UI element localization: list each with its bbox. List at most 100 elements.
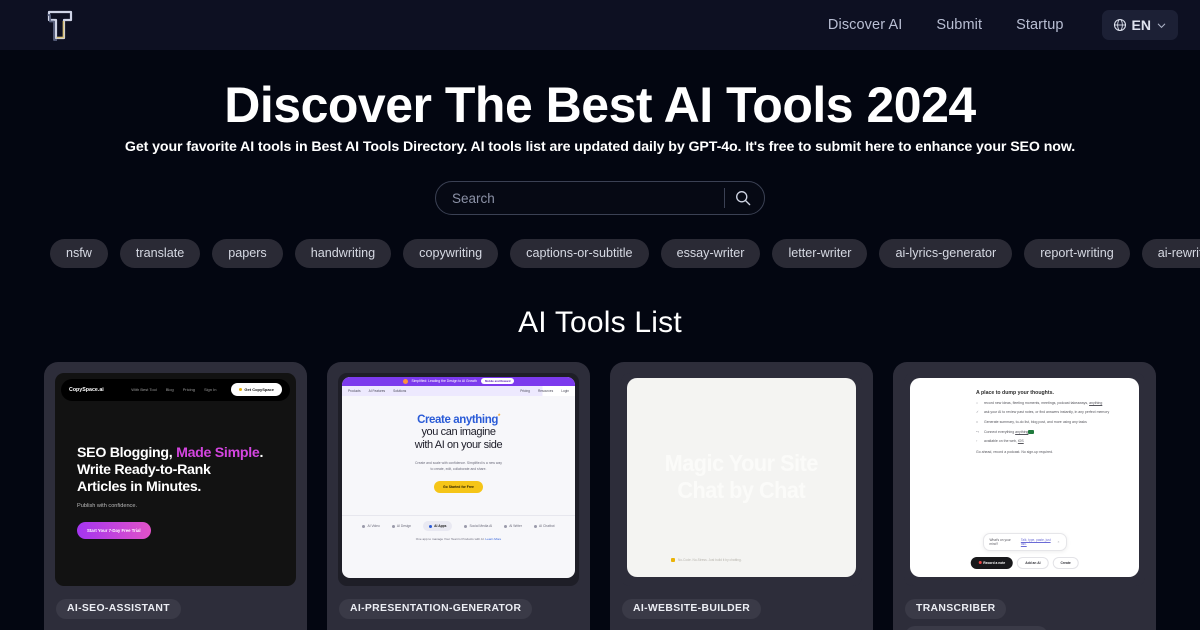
promo-text: Simplified: Leading the Design to AI Gro… (411, 379, 477, 384)
tool-card-grid: CopySpace.ai With Best Tool Blog Pricing… (0, 340, 1200, 630)
tag-pill[interactable]: report-writing (1024, 239, 1130, 268)
preview-footer-link: Learn More (485, 537, 502, 542)
tag-pill[interactable]: captions-or-subtitle (510, 239, 649, 268)
tag-pill[interactable]: letter-writer (772, 239, 868, 268)
preview-doc-link: anything (1089, 400, 1103, 405)
card-tag-list: TRANSCRIBER AI-VOICE-ASSISTANTS (904, 586, 1145, 630)
preview-frame: A place to dump your thoughts. ○ record … (910, 377, 1139, 577)
tool-card[interactable]: Magic Your Site Chat by Chat No-Code. No… (610, 361, 873, 630)
preview-navbar: Products AI Features Solutions Pricing R… (342, 385, 575, 396)
preview-nav-link: AI Features (368, 388, 386, 393)
preview-doc-tail: Go ahead, record a podcast. No sign-up r… (976, 450, 1054, 455)
tab-dot-icon (533, 524, 537, 528)
tag-pill[interactable]: ai-rewriter (1141, 239, 1200, 268)
tag-pill[interactable]: essay-writer (660, 239, 761, 268)
tag-filter-strip[interactable]: nsfw translate papers handwriting copywr… (0, 215, 1200, 268)
preview-navbar: CopySpace.ai With Best Tool Blog Pricing… (61, 378, 290, 401)
nav-link-discover-ai[interactable]: Discover AI (828, 17, 902, 33)
search-icon (736, 191, 751, 206)
tag-pill[interactable]: papers (212, 239, 283, 268)
tab-dot-icon (391, 524, 395, 528)
preview-note: No-Code. No-Stress. Just build it by cha… (671, 557, 742, 562)
language-selector[interactable]: EN (1101, 10, 1178, 40)
preview-doc-link: iOS (1017, 439, 1024, 444)
preview-action-button: Go Started for Free (434, 481, 483, 494)
preview-doc-text: record new ideas, fleeting moments, meet… (984, 400, 1103, 405)
tag-pill[interactable]: handwriting (294, 239, 392, 268)
card-tag[interactable]: AI-VOICE-ASSISTANTS (905, 626, 1049, 630)
preview-tab: AI Chatbot (533, 524, 555, 528)
search-input[interactable] (452, 190, 720, 206)
card-tag[interactable]: AI-PRESENTATION-GENERATOR (339, 598, 533, 619)
tool-preview-image: CopySpace.ai With Best Tool Blog Pricing… (55, 372, 296, 586)
logo[interactable] (0, 7, 120, 43)
search-button[interactable] (734, 189, 760, 207)
preview-nav-links: With Best Tool Blog Pricing Sign In (131, 387, 216, 392)
preview-headline-part: Articles in Minutes. (77, 478, 202, 495)
preview-doc-line: ↪ Connect everything anything (976, 429, 1139, 435)
preview-doc-line: ✓ ask your AI to review past notes, or f… (976, 410, 1139, 415)
preview-actions: Record a note Add an AI Create (970, 556, 1079, 569)
preview-doc-line: ○ record new ideas, fleeting moments, me… (976, 401, 1139, 406)
list-bullet-icon: ✓ (976, 410, 979, 415)
tag-pill[interactable]: ai-lyrics-generator (879, 239, 1013, 268)
preview-document: A place to dump your thoughts. ○ record … (910, 378, 1139, 455)
preview-subtext: Create and scale with confidence. Simpli… (342, 461, 575, 473)
preview-headline-part: SEO Blogging, (77, 444, 177, 461)
preview-headline-period: . (259, 444, 264, 461)
preview-nav-link: Pricing (520, 388, 530, 393)
asterisk-icon: * (497, 413, 500, 420)
hero-subtitle: Get your favorite AI tools in Best AI To… (124, 139, 1076, 155)
preview-headline-part: with AI on your side (414, 439, 503, 452)
card-tag[interactable]: AI-SEO-ASSISTANT (56, 598, 181, 619)
preview-create-button: Create (1052, 556, 1079, 569)
preview-headline-part: you can imagine (421, 425, 496, 438)
tool-preview-image: Magic Your Site Chat by Chat No-Code. No… (621, 372, 862, 586)
globe-icon (1113, 18, 1126, 32)
promo-badge-icon (402, 378, 408, 384)
preview-doc-line: □ Generate summary, to-do list, blog pos… (976, 420, 1139, 425)
composer-placeholder: What's on your mind? (989, 537, 1011, 546)
star-icon (671, 557, 675, 562)
card-tag-list: AI-WEBSITE-BUILDER (621, 586, 862, 619)
preview-body: SEO Blogging, Made Simple. Write Ready-t… (55, 401, 296, 540)
preview-subtext-line: to create, edit, collaborate and share. (430, 466, 487, 471)
spark-icon (239, 388, 243, 392)
search-box[interactable] (435, 181, 765, 215)
card-tag[interactable]: TRANSCRIBER (905, 598, 1007, 619)
tool-card[interactable]: CopySpace.ai With Best Tool Blog Pricing… (44, 361, 307, 630)
tool-card[interactable]: Simplified: Leading the Design to AI Gro… (327, 361, 590, 630)
preview-doc-highlight (1028, 429, 1035, 434)
preview-brand: CopySpace.ai (69, 386, 104, 393)
preview-footer: One app to manage Your Team's Products w… (342, 537, 575, 541)
language-label: EN (1131, 17, 1151, 33)
preview-composer: What's on your mind? Talk, type, paste, … (982, 532, 1067, 551)
preview-nav-link: Login (561, 388, 569, 393)
preview-doc-link: anything (1015, 429, 1029, 434)
card-tag[interactable]: AI-WEBSITE-BUILDER (622, 598, 762, 619)
preview-tab: AI Video (362, 524, 380, 528)
tab-dot-icon (429, 524, 433, 528)
preview-cta-label: Get CopySpace (244, 387, 274, 393)
page-title: Discover The Best AI Tools 2024 (224, 77, 976, 133)
tool-card[interactable]: A place to dump your thoughts. ○ record … (893, 361, 1156, 630)
preview-nav-link: Blog (165, 387, 174, 393)
card-tag-list: AI-PRESENTATION-GENERATOR (338, 586, 579, 619)
tag-pill[interactable]: copywriting (403, 239, 499, 268)
list-bullet-icon: ↪ (976, 429, 979, 434)
preview-headline: you can imagine with AI on your side (342, 426, 575, 453)
list-bullet-icon: ○ (976, 400, 979, 405)
section-title: AI Tools List (518, 305, 682, 339)
preview-headline-accent: Made Simple (176, 444, 260, 461)
preview-frame: Simplified: Leading the Design to AI Gro… (342, 376, 575, 578)
preview-nav-link: Solutions (393, 388, 407, 393)
tag-pill[interactable]: nsfw (50, 239, 108, 268)
nav-link-submit[interactable]: Submit (936, 17, 982, 33)
list-bullet-icon: ↑ (976, 439, 978, 444)
record-icon (978, 561, 982, 565)
preview-doc-line: ↑ available on the web, iOS (976, 439, 1139, 444)
tag-pill[interactable]: translate (119, 239, 201, 268)
nav-link-startup[interactable]: Startup (1016, 17, 1063, 33)
tab-dot-icon (362, 524, 366, 528)
preview-record-button: Record a note (970, 556, 1014, 569)
